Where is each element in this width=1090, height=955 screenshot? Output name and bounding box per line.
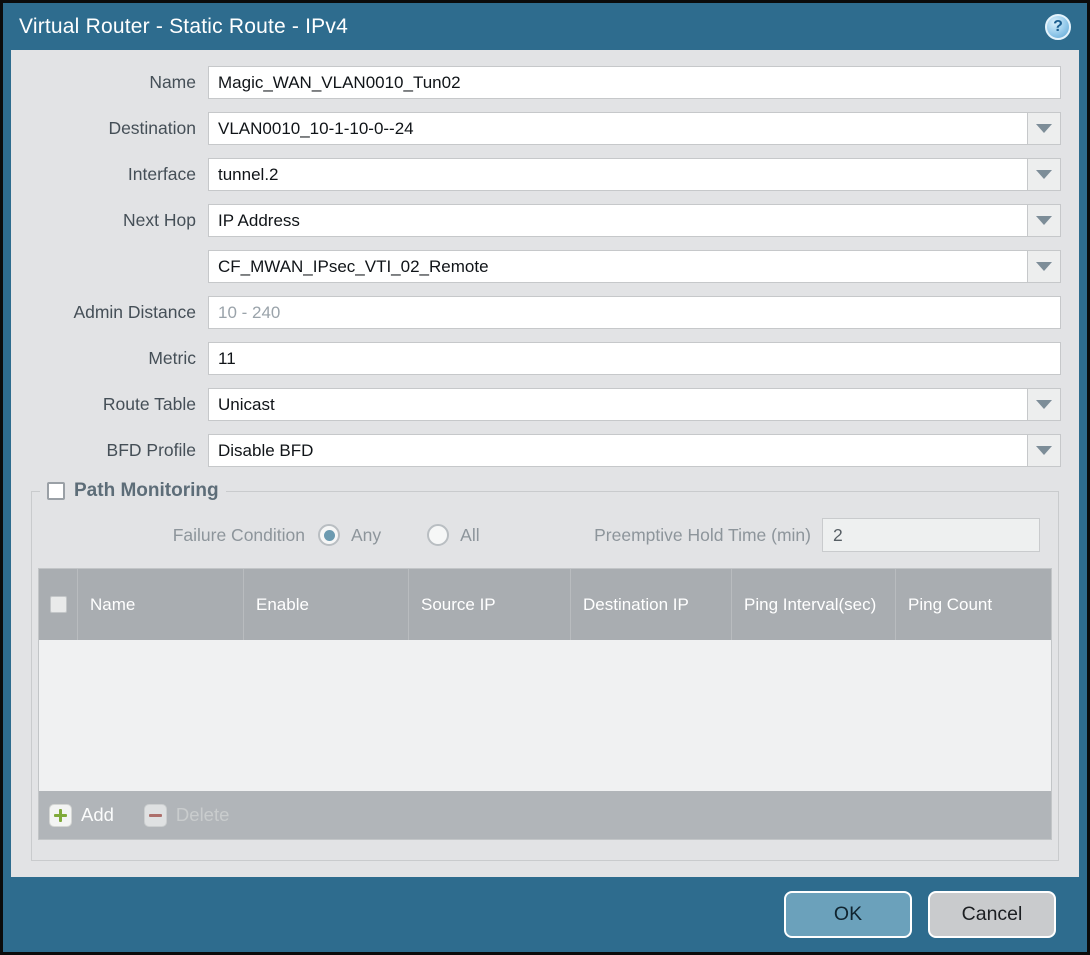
form-row-admin-distance: Admin Distance [11,296,1061,329]
interface-dropdown-button[interactable] [1028,158,1061,191]
name-input[interactable] [208,66,1061,99]
dialog-titlebar: Virtual Router - Static Route - IPv4 ? [3,3,1087,50]
failure-condition-radio-group: Any All [318,524,480,546]
path-monitoring-title: Path Monitoring [74,480,219,502]
static-route-dialog: Virtual Router - Static Route - IPv4 ? N… [0,0,1090,955]
form-row-interface: Interface [11,158,1061,191]
next-hop-label: Next Hop [11,210,208,231]
bfd-profile-label: BFD Profile [11,440,208,461]
dialog-footer: OK Cancel [3,877,1087,952]
table-toolbar: Add Delete [39,791,1051,839]
path-monitoring-options-row: Failure Condition Any All Preemptive Hol… [38,518,1052,552]
next-hop-address-dropdown-button[interactable] [1028,250,1061,283]
destination-input[interactable] [208,112,1028,145]
destination-label: Destination [11,118,208,139]
route-table-input[interactable] [208,388,1028,421]
select-all-checkbox[interactable] [50,596,67,613]
failure-condition-label: Failure Condition [38,525,318,546]
form-row-next-hop: Next Hop [11,204,1061,237]
chevron-down-icon [1036,124,1052,133]
path-monitoring-table: Name Enable Source IP Destination IP Pin… [38,568,1052,840]
next-hop-type-input[interactable] [208,204,1028,237]
failure-condition-all-option[interactable]: All [427,524,479,546]
add-button-label: Add [81,804,114,826]
destination-dropdown-button[interactable] [1028,112,1061,145]
metric-input[interactable] [208,342,1061,375]
name-label: Name [11,72,208,93]
admin-distance-label: Admin Distance [11,302,208,323]
route-table-dropdown-button[interactable] [1028,388,1061,421]
chevron-down-icon [1036,446,1052,455]
table-body-empty [39,640,1051,791]
form-row-metric: Metric [11,342,1061,375]
help-icon[interactable]: ? [1045,14,1071,40]
dialog-content: Name Destination Interface [11,50,1079,877]
chevron-down-icon [1036,262,1052,271]
add-button[interactable]: Add [49,804,114,827]
form-row-name: Name [11,66,1061,99]
delete-button-label: Delete [176,804,229,826]
column-header-name: Name [77,569,243,640]
interface-label: Interface [11,164,208,185]
bfd-profile-input[interactable] [208,434,1028,467]
bfd-profile-dropdown-button[interactable] [1028,434,1061,467]
minus-icon [144,804,167,827]
column-header-enable: Enable [243,569,408,640]
admin-distance-input[interactable] [208,296,1061,329]
radio-any-icon [318,524,340,546]
next-hop-address-input[interactable] [208,250,1028,283]
ok-button[interactable]: OK [784,891,912,938]
interface-input[interactable] [208,158,1028,191]
radio-all-icon [427,524,449,546]
column-header-source-ip: Source IP [408,569,570,640]
path-monitoring-section: Path Monitoring Failure Condition Any Al… [31,480,1059,861]
radio-all-label: All [460,525,479,546]
column-header-ping-count: Ping Count [895,569,1051,640]
preemptive-hold-time-label: Preemptive Hold Time (min) [594,525,822,546]
chevron-down-icon [1036,216,1052,225]
next-hop-dropdown-button[interactable] [1028,204,1061,237]
failure-condition-any-option[interactable]: Any [318,524,381,546]
column-header-ping-interval: Ping Interval(sec) [731,569,895,640]
form-row-destination: Destination [11,112,1061,145]
form-row-next-hop-address [11,250,1061,283]
radio-any-label: Any [351,525,381,546]
chevron-down-icon [1036,400,1052,409]
table-header-checkbox-cell [39,569,77,640]
metric-label: Metric [11,348,208,369]
route-table-label: Route Table [11,394,208,415]
form-row-bfd-profile: BFD Profile [11,434,1061,467]
form-row-route-table: Route Table [11,388,1061,421]
cancel-button[interactable]: Cancel [928,891,1056,938]
table-header-row: Name Enable Source IP Destination IP Pin… [39,569,1051,640]
path-monitoring-legend: Path Monitoring [40,480,226,502]
delete-button[interactable]: Delete [144,804,229,827]
preemptive-hold-time-input[interactable] [822,518,1040,552]
chevron-down-icon [1036,170,1052,179]
dialog-title: Virtual Router - Static Route - IPv4 [19,15,348,39]
column-header-destination-ip: Destination IP [570,569,731,640]
plus-icon [49,804,72,827]
path-monitoring-checkbox[interactable] [47,482,65,500]
